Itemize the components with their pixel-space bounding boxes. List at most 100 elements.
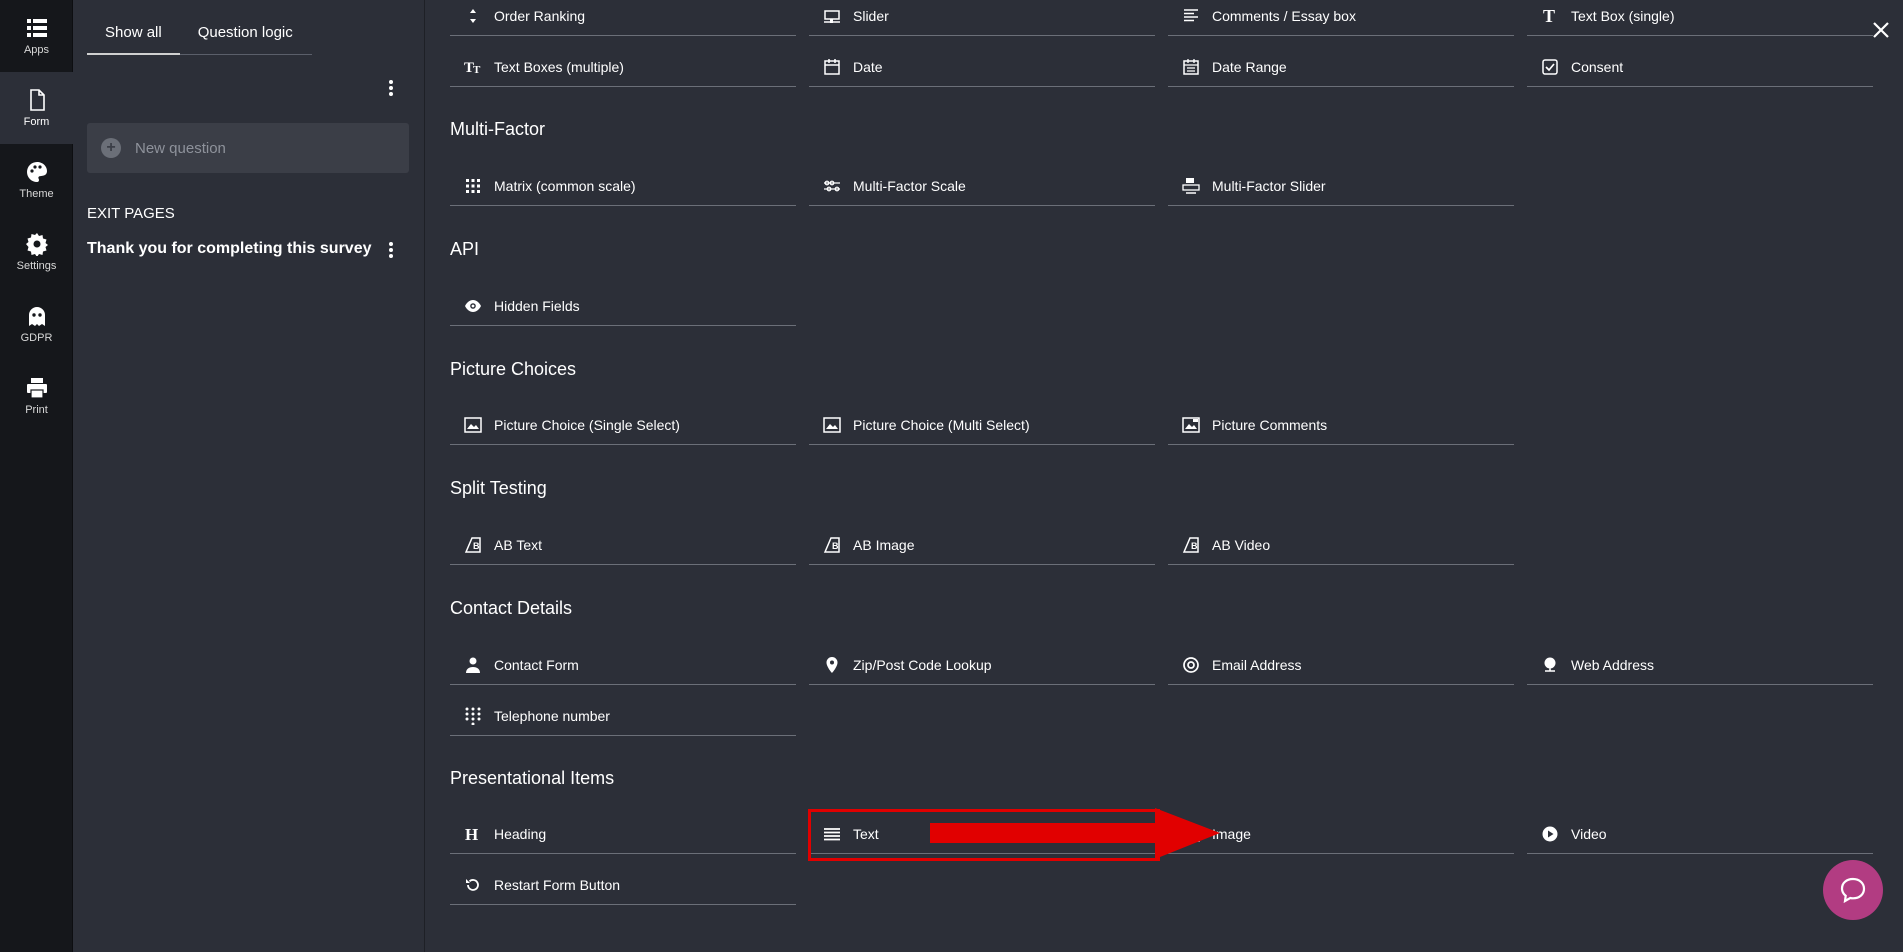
item-picture-comments[interactable]: Picture Comments — [1168, 405, 1514, 445]
item-label: Text Boxes (multiple) — [494, 58, 624, 75]
svg-text:T: T — [1543, 7, 1555, 25]
item-label: Image — [1212, 825, 1251, 842]
item-label: Email Address — [1212, 656, 1302, 673]
item-multi-factor-scale[interactable]: Multi-Factor Scale — [809, 166, 1155, 206]
location-pin-icon — [823, 656, 841, 674]
left-rail: Apps Form Theme Settings GDPR Print — [0, 0, 73, 952]
item-date-range[interactable]: Date Range — [1168, 47, 1514, 87]
item-label: Date Range — [1212, 58, 1287, 75]
grid-icon — [464, 177, 482, 195]
item-ab-video[interactable]: B AB Video — [1168, 525, 1514, 565]
item-video[interactable]: Video — [1527, 814, 1873, 854]
item-label: AB Video — [1212, 536, 1271, 553]
section-picture-choices: Picture Choices — [450, 359, 577, 379]
item-email-address[interactable]: Email Address — [1168, 645, 1514, 685]
lines-icon — [1182, 7, 1200, 25]
svg-text:T: T — [473, 64, 481, 76]
item-zip-lookup[interactable]: Zip/Post Code Lookup — [809, 645, 1155, 685]
globe-icon — [1541, 656, 1559, 674]
picture-icon — [823, 416, 841, 434]
rail-form[interactable]: Form — [0, 72, 73, 144]
item-label: Heading — [494, 825, 547, 842]
at-icon — [1182, 656, 1200, 674]
panel-menu-kebab-icon[interactable] — [382, 78, 400, 98]
item-label: AB Text — [494, 536, 542, 553]
scale-icon — [823, 177, 841, 195]
item-label: Hidden Fields — [494, 297, 580, 314]
rail-settings[interactable]: Settings — [0, 216, 73, 288]
printer-icon — [26, 378, 47, 399]
item-image[interactable]: Image — [1168, 814, 1514, 854]
rail-gdpr[interactable]: GDPR — [0, 288, 73, 360]
item-matrix[interactable]: Matrix (common scale) — [450, 166, 796, 206]
plus-icon: + — [101, 138, 121, 158]
item-multi-factor-slider[interactable]: Multi-Factor Slider — [1168, 166, 1514, 206]
eye-icon — [464, 297, 482, 315]
rail-print[interactable]: Print — [0, 360, 73, 432]
person-icon — [464, 656, 482, 674]
ab-icon: B — [464, 536, 482, 554]
item-label: Telephone number — [494, 707, 610, 724]
ghost-icon — [28, 307, 45, 326]
item-label: Restart Form Button — [494, 876, 621, 893]
item-text-box-single[interactable]: T Text Box (single) — [1527, 0, 1873, 36]
text-t-icon: T — [1541, 7, 1559, 25]
section-api: API — [450, 239, 480, 259]
tab-question-logic[interactable]: Question logic — [180, 14, 311, 54]
rail-settings-label: Settings — [16, 260, 57, 272]
item-consent[interactable]: Consent — [1527, 47, 1873, 87]
multi-slider-icon — [1182, 177, 1200, 195]
question-type-library: Order Ranking Slider Comments / Essay bo… — [426, 0, 1903, 952]
item-comments[interactable]: Comments / Essay box — [1168, 0, 1514, 36]
slider-icon — [823, 7, 841, 25]
item-hidden-fields[interactable]: Hidden Fields — [450, 286, 796, 326]
rail-gdpr-label: GDPR — [20, 332, 53, 344]
exit-page-kebab-icon[interactable] — [382, 240, 400, 260]
exit-page-item[interactable]: Thank you for completing this survey — [87, 240, 372, 258]
rail-theme-label: Theme — [19, 188, 54, 200]
restart-icon — [464, 876, 482, 894]
gear-icon — [25, 233, 48, 256]
rail-apps[interactable]: Apps — [0, 0, 73, 72]
item-telephone-number[interactable]: Telephone number — [450, 696, 796, 736]
item-slider[interactable]: Slider — [809, 0, 1155, 36]
item-order-ranking[interactable]: Order Ranking — [450, 0, 796, 36]
item-contact-form[interactable]: Contact Form — [450, 645, 796, 685]
item-ab-text[interactable]: B AB Text — [450, 525, 796, 565]
item-text[interactable]: Text — [809, 814, 1155, 854]
item-ab-image[interactable]: B AB Image — [809, 525, 1155, 565]
heading-h-icon: H — [464, 825, 482, 843]
item-heading[interactable]: H Heading — [450, 814, 796, 854]
panel-tabs: Show all Question logic — [87, 14, 312, 55]
tab-show-all[interactable]: Show all — [87, 14, 180, 55]
item-picture-single[interactable]: Picture Choice (Single Select) — [450, 405, 796, 445]
play-circle-icon — [1541, 825, 1559, 843]
exit-pages-heading: EXIT PAGES — [87, 205, 175, 222]
chat-bubble-icon — [1840, 877, 1866, 904]
svg-text:B: B — [1191, 541, 1198, 551]
svg-text:H: H — [465, 825, 478, 843]
item-text-boxes-multiple[interactable]: TT Text Boxes (multiple) — [450, 47, 796, 87]
question-panel: Show all Question logic + New question E… — [73, 0, 425, 952]
item-date[interactable]: Date — [809, 47, 1155, 87]
item-label: Picture Comments — [1212, 416, 1328, 433]
chat-support-button[interactable] — [1823, 860, 1883, 920]
item-label: AB Image — [853, 536, 915, 553]
calendar-icon — [823, 58, 841, 76]
item-picture-multi[interactable]: Picture Choice (Multi Select) — [809, 405, 1155, 445]
item-label: Zip/Post Code Lookup — [853, 656, 992, 673]
apps-icon — [26, 19, 47, 37]
item-label: Multi-Factor Scale — [853, 177, 966, 194]
item-label: Picture Choice (Single Select) — [494, 416, 680, 433]
item-restart-form-button[interactable]: Restart Form Button — [450, 865, 796, 905]
new-question-label: New question — [135, 139, 226, 157]
picture-icon — [464, 416, 482, 434]
item-label: Comments / Essay box — [1212, 7, 1356, 24]
item-label: Text — [853, 825, 879, 842]
rail-theme[interactable]: Theme — [0, 144, 73, 216]
item-label: Picture Choice (Multi Select) — [853, 416, 1030, 433]
item-label: Matrix (common scale) — [494, 177, 636, 194]
item-web-address[interactable]: Web Address — [1527, 645, 1873, 685]
item-label: Consent — [1571, 58, 1624, 75]
new-question-button[interactable]: + New question — [87, 123, 409, 173]
